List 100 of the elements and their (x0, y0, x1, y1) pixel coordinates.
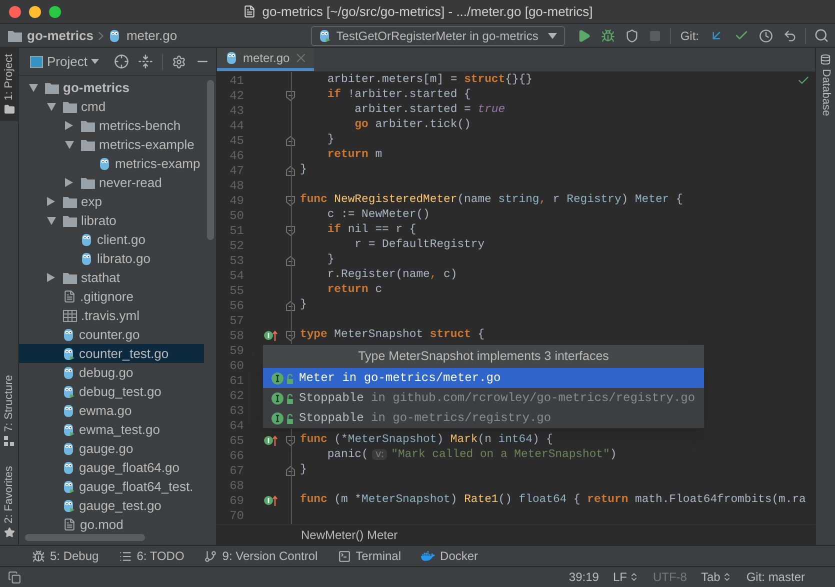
git-branch-selector[interactable]: Git: master (746, 568, 805, 586)
interface-icon (271, 372, 295, 384)
tree-item[interactable]: gauge_float64.go (19, 458, 204, 477)
collapsed-arrow-icon[interactable] (47, 197, 55, 206)
interface-icon (271, 392, 295, 404)
code-line: } (326, 252, 334, 268)
indent-selector[interactable]: Tab (700, 568, 732, 586)
code-line: return m (326, 148, 382, 163)
run-icon[interactable] (577, 28, 592, 42)
line-number: 64 (228, 418, 244, 434)
tree-item[interactable]: metrics-examp (19, 154, 204, 173)
whale-icon (421, 549, 436, 563)
popup-item[interactable]: Meter in go-metrics/meter.go (263, 368, 704, 388)
panel-toggle-icon[interactable] (8, 570, 21, 584)
tree-item[interactable]: stathat (19, 268, 204, 287)
tool-window-tab[interactable]: 7: Structure (0, 372, 18, 449)
branch-icon (204, 550, 218, 562)
run-configuration-dropdown[interactable]: TestGetOrRegisterMeter in go-metrics (311, 26, 566, 46)
collapsed-arrow-icon[interactable] (65, 178, 73, 187)
tool-window-tab[interactable]: 1: Project (0, 48, 18, 122)
tree-item[interactable]: counter_test.go (19, 344, 204, 363)
gopher-icon (109, 28, 122, 42)
tree-item[interactable]: .gitignore (19, 287, 204, 306)
gopher-test-icon (63, 384, 75, 398)
search-icon[interactable] (814, 28, 829, 43)
editor-tab[interactable]: meter.go (217, 48, 314, 71)
tree-item[interactable]: librato.go (19, 249, 204, 268)
project-view-dropdown[interactable]: Project (30, 52, 100, 72)
settings-icon[interactable] (172, 54, 186, 68)
implemented-marker-icon[interactable] (264, 495, 278, 506)
expanded-arrow-icon[interactable] (65, 140, 74, 148)
line-number: 47 (228, 162, 244, 180)
revert-icon[interactable] (783, 28, 797, 42)
collapsed-arrow-icon[interactable] (47, 273, 55, 282)
code-line: } (299, 462, 307, 478)
folder-icon (81, 138, 95, 150)
gopher-icon (63, 366, 75, 380)
line-number: 70 (228, 508, 244, 524)
popup-item[interactable]: Stoppable in github.com/rcrowley/go-metrics/registry.go (263, 388, 704, 408)
tree-item[interactable]: gauge.go (19, 439, 204, 458)
tree-item[interactable]: gauge_test.go (19, 496, 204, 515)
code-breadcrumb[interactable]: NewMeter() Meter (301, 526, 398, 544)
tool-window-button[interactable]: 5: Debug (32, 547, 99, 565)
breadcrumb-item[interactable]: go-metrics (8, 26, 94, 46)
text-file-icon (63, 290, 76, 303)
code-line: arbiter.started = true (354, 102, 506, 118)
folder-icon (4, 104, 14, 116)
tool-window-button[interactable]: 9: Version Control (204, 547, 318, 565)
line-number: 55 (228, 282, 244, 300)
tree-item[interactable]: metrics-example (19, 135, 204, 154)
interface-icon (271, 412, 295, 424)
expanded-arrow-icon[interactable] (29, 84, 38, 92)
tree-item[interactable]: exp (19, 192, 204, 211)
implemented-marker-icon[interactable] (264, 435, 278, 446)
line-number: 65 (228, 432, 244, 450)
window-icon (30, 56, 43, 68)
tool-window-button[interactable]: 6: TODO (118, 547, 184, 565)
tool-window-tab[interactable]: Database (817, 54, 834, 116)
close-window-button[interactable] (9, 6, 21, 18)
expanded-arrow-icon[interactable] (47, 216, 56, 224)
tree-item[interactable]: ewma.go (19, 401, 204, 420)
cursor-position[interactable]: 39:19 (568, 568, 599, 586)
tree-item[interactable]: gauge_float64_test. (19, 477, 204, 496)
folder-icon (8, 30, 22, 42)
tool-window-tab[interactable]: 2: Favorites (0, 462, 18, 541)
locate-icon[interactable] (114, 54, 130, 69)
gopher-test-icon (63, 498, 75, 512)
tree-item[interactable]: client.go (19, 230, 204, 249)
line-number: 68 (228, 478, 244, 494)
line-number: 45 (228, 132, 244, 150)
collapse-all-icon[interactable] (138, 54, 154, 69)
collapsed-arrow-icon[interactable] (65, 121, 73, 130)
line-number: 56 (228, 298, 244, 314)
tree-item[interactable]: go.mod (19, 515, 204, 534)
zoom-window-button[interactable] (49, 6, 61, 18)
tree-item[interactable]: ewma_test.go (19, 420, 204, 439)
tree-item[interactable]: go-metrics (19, 78, 204, 97)
tree-item[interactable]: cmd (19, 97, 204, 116)
terminal-icon (338, 550, 351, 562)
tree-item[interactable]: counter.go (19, 325, 204, 344)
tree-item[interactable]: debug.go (19, 363, 204, 382)
expanded-arrow-icon[interactable] (47, 102, 56, 110)
line-number: 51 (228, 222, 244, 240)
tree-item[interactable]: librato (19, 211, 204, 230)
code-line: arbiter.meters[m] = struct{}{} (326, 72, 532, 88)
breadcrumb-item[interactable]: meter.go (109, 26, 178, 46)
tool-window-button[interactable]: Docker (421, 547, 478, 565)
tree-item[interactable]: metrics-bench (19, 116, 204, 135)
tree-item[interactable]: never-read (19, 173, 204, 192)
folder-icon (81, 176, 95, 188)
tool-window-button[interactable]: Terminal (338, 547, 402, 565)
tree-item[interactable]: debug_test.go (19, 382, 204, 401)
popup-item[interactable]: Stoppable in go-metrics/registry.go (263, 408, 704, 428)
code-line: } (299, 162, 307, 178)
minimize-window-button[interactable] (29, 6, 41, 18)
tree-item[interactable]: .travis.yml (19, 306, 204, 325)
implemented-marker-icon[interactable] (264, 330, 278, 341)
line-separator-selector[interactable]: LF (612, 568, 639, 586)
vertical-scrollbar[interactable] (207, 80, 214, 240)
horizontal-scrollbar[interactable] (25, 534, 145, 541)
